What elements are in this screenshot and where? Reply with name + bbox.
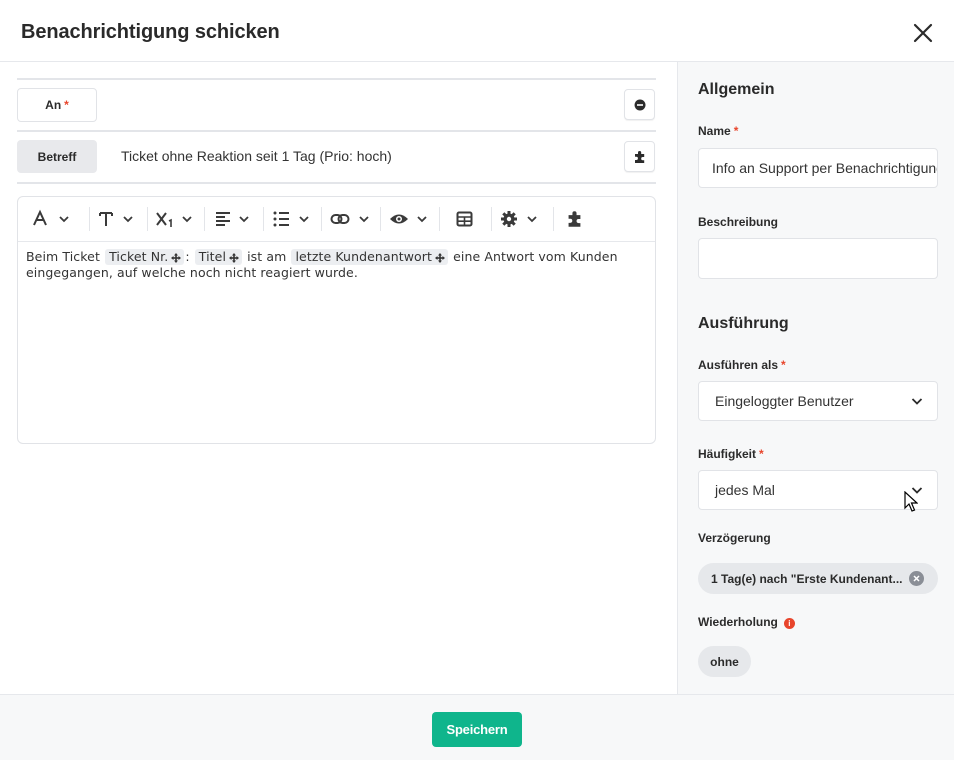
name-label-text: Name xyxy=(698,124,731,138)
run-as-label: Ausführen als * xyxy=(698,358,786,372)
placeholder-chip[interactable]: Ticket Nr. xyxy=(105,249,185,265)
plugin-icon[interactable] xyxy=(566,208,584,230)
required-mark: * xyxy=(733,124,739,138)
chip-label: Titel xyxy=(198,249,227,264)
required-mark: * xyxy=(781,358,786,372)
settings-icon[interactable] xyxy=(500,208,544,230)
repeat-pill[interactable]: ohne xyxy=(698,646,751,677)
delay-pill[interactable]: 1 Tag(e) nach "Erste Kundenant... xyxy=(698,563,938,594)
delay-value: 1 Tag(e) nach "Erste Kundenant... xyxy=(711,571,903,586)
delay-label: Verzögerung xyxy=(698,531,771,545)
message-pane: An * Betreff Ticket ohne Reaktion seit 1 … xyxy=(0,62,677,694)
required-mark: * xyxy=(64,98,69,112)
subject-label: Betreff xyxy=(37,149,77,164)
repeat-label: Wiederholung i xyxy=(698,615,795,629)
save-button[interactable]: Speichern xyxy=(432,712,522,747)
repeat-value: ohne xyxy=(710,654,739,669)
text-type-icon[interactable] xyxy=(98,208,138,230)
table-icon[interactable] xyxy=(456,208,474,230)
editor-toolbar xyxy=(18,197,655,242)
name-label: Name * xyxy=(698,124,738,138)
text-segment: Beim Ticket xyxy=(26,249,100,264)
name-field[interactable]: Info an Support per Benachrichtigung xyxy=(698,148,938,188)
link-icon[interactable] xyxy=(330,208,374,230)
message-editor[interactable]: Beim Ticket Ticket Nr.: Titel ist am let… xyxy=(17,196,656,444)
dialog-header: Benachrichtigung schicken xyxy=(0,0,954,62)
text-segment: ist am xyxy=(247,249,287,264)
divider xyxy=(17,78,656,80)
settings-panel: Allgemein Name * Info an Support per Bena… xyxy=(677,62,954,694)
description-field[interactable] xyxy=(698,238,938,279)
placeholder-chip[interactable]: letzte Kundenantwort xyxy=(291,249,449,265)
info-icon[interactable]: i xyxy=(783,618,795,629)
frequency-select[interactable]: jedes Mal xyxy=(698,470,938,510)
frequency-value: jedes Mal xyxy=(715,482,775,498)
run-as-value: Eingeloggter Benutzer xyxy=(715,393,854,409)
frequency-label: Häufigkeit * xyxy=(698,447,764,461)
subscript-icon[interactable] xyxy=(155,208,197,230)
list-icon[interactable] xyxy=(272,208,314,230)
move-icon xyxy=(229,253,240,263)
puzzle-icon xyxy=(634,150,644,163)
recipient-button[interactable]: An * xyxy=(17,88,97,122)
remove-icon[interactable] xyxy=(909,571,924,586)
editor-content[interactable]: Beim Ticket Ticket Nr.: Titel ist am let… xyxy=(26,249,646,281)
section-general-title: Allgemein xyxy=(698,81,775,98)
subject-value[interactable]: Ticket ohne Reaktion seit 1 Tag (Prio: h… xyxy=(121,148,392,164)
chevron-down-icon xyxy=(911,398,923,405)
minus-circle-icon xyxy=(634,99,645,110)
dialog-title: Benachrichtigung schicken xyxy=(21,21,280,43)
placeholder-chip[interactable]: Titel xyxy=(194,249,243,265)
subject-plugin-button[interactable] xyxy=(624,141,655,172)
mouse-cursor-icon xyxy=(904,491,918,512)
description-label: Beschreibung xyxy=(698,215,779,229)
run-as-label-text: Ausführen als xyxy=(698,358,779,372)
preview-icon[interactable] xyxy=(389,208,433,230)
text-segment: : xyxy=(185,249,190,264)
font-style-icon[interactable] xyxy=(32,208,72,230)
required-mark: * xyxy=(759,447,764,461)
divider xyxy=(17,130,656,132)
frequency-label-text: Häufigkeit xyxy=(698,447,757,461)
chip-label: letzte Kundenantwort xyxy=(295,249,433,264)
section-execution-title: Ausführung xyxy=(698,315,789,332)
run-as-select[interactable]: Eingeloggter Benutzer xyxy=(698,381,938,421)
move-icon xyxy=(171,253,182,263)
divider xyxy=(17,182,656,184)
dialog-footer: Speichern xyxy=(0,694,954,760)
subject-button[interactable]: Betreff xyxy=(17,140,97,173)
align-icon[interactable] xyxy=(214,208,254,230)
repeat-label-text: Wiederholung xyxy=(698,615,778,629)
close-icon[interactable] xyxy=(912,22,934,44)
add-recipient-button[interactable] xyxy=(624,89,655,120)
chip-label: Ticket Nr. xyxy=(109,249,169,264)
recipient-label: An xyxy=(45,98,62,112)
name-field-value: Info an Support per Benachrichtigung xyxy=(712,160,938,176)
move-icon xyxy=(435,253,446,263)
